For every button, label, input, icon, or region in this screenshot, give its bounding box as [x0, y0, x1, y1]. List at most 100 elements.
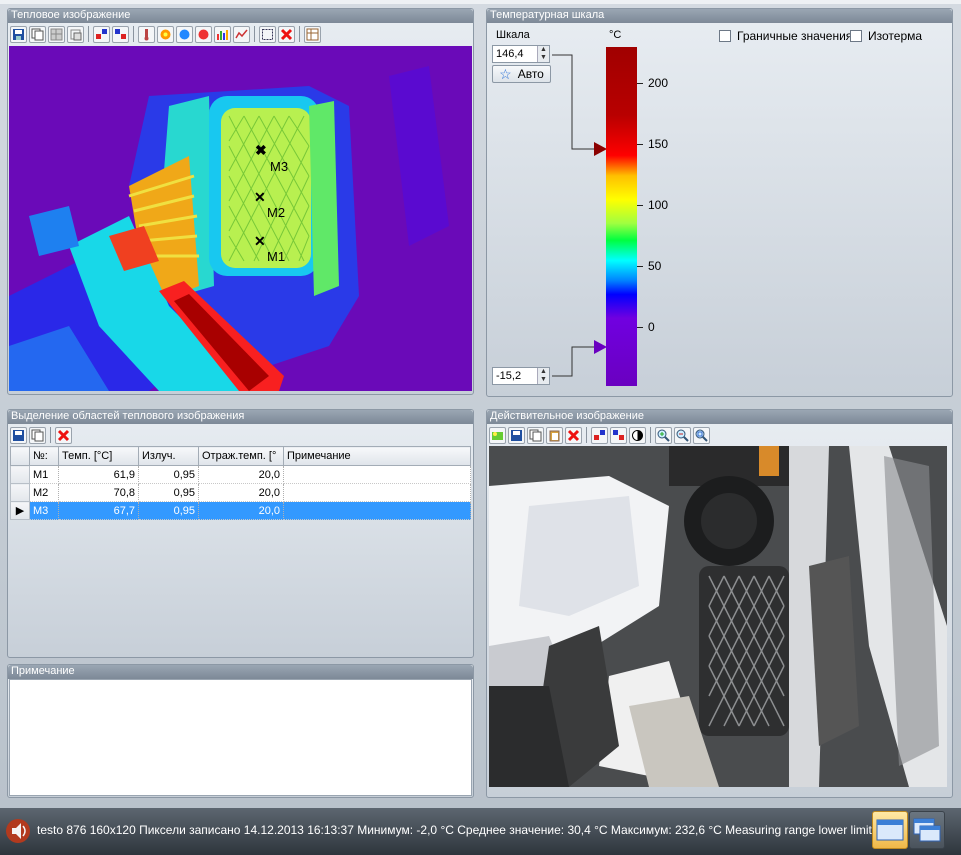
- cell-reflected-temp[interactable]: 20,0: [198, 483, 284, 502]
- tick-mark: [637, 266, 643, 267]
- spinner-arrows[interactable]: ▲ ▼: [537, 368, 549, 384]
- paste-icon[interactable]: [546, 426, 563, 444]
- column-header-temp[interactable]: Темп. [°C]: [58, 446, 139, 466]
- thermal-panel-title: Тепловое изображение: [8, 9, 473, 23]
- table-icon[interactable]: [304, 25, 321, 43]
- thermometer-icon[interactable]: [138, 25, 155, 43]
- isotherm-checkbox-label: Изотерма: [868, 29, 923, 43]
- cell-reflected-temp[interactable]: 20,0: [198, 465, 284, 484]
- column-header-note[interactable]: Примечание: [283, 446, 471, 466]
- color-scale-bar: [606, 47, 637, 386]
- cell-temp[interactable]: 67,7: [58, 501, 139, 520]
- tick-label-150: 150: [648, 137, 669, 151]
- crop-icon[interactable]: [67, 25, 84, 43]
- select-area-icon[interactable]: [259, 25, 276, 43]
- cell-id[interactable]: M3: [29, 501, 59, 520]
- cell-reflected-temp[interactable]: 20,0: [198, 501, 284, 520]
- scale-unit: °C: [609, 29, 622, 41]
- cell-emissivity[interactable]: 0,95: [138, 501, 199, 520]
- save-icon[interactable]: [10, 25, 27, 43]
- zoom-in-icon[interactable]: [655, 426, 672, 444]
- toolbar-separator: [88, 26, 89, 42]
- delete-icon[interactable]: [565, 426, 582, 444]
- row-header[interactable]: [10, 483, 30, 502]
- rotate-left-icon[interactable]: [591, 426, 608, 444]
- save-icon[interactable]: [508, 426, 525, 444]
- save-icon[interactable]: [10, 426, 27, 444]
- marker-m3-cross: ✖: [255, 142, 267, 158]
- cell-note[interactable]: [283, 465, 471, 484]
- zoom-fit-icon[interactable]: [693, 426, 710, 444]
- upper-limit-value: 146,4: [496, 48, 524, 60]
- delete-icon[interactable]: [55, 426, 72, 444]
- lower-limit-value: -15,2: [496, 370, 522, 382]
- copy-icon[interactable]: [29, 25, 46, 43]
- cell-note[interactable]: [283, 501, 471, 520]
- hot-spot-icon[interactable]: [157, 25, 174, 43]
- histogram-icon[interactable]: [214, 25, 231, 43]
- speaker-icon[interactable]: [5, 817, 31, 845]
- tick-mark: [637, 205, 643, 206]
- zoom-out-icon[interactable]: [674, 426, 691, 444]
- table-row-selected[interactable]: ▶ M3 67,7 0,95 20,0: [10, 501, 471, 520]
- visual-photo[interactable]: [489, 446, 947, 787]
- copy-icon[interactable]: [29, 426, 46, 444]
- contrast-icon[interactable]: [629, 426, 646, 444]
- star-icon: ☆: [499, 65, 512, 82]
- row-header-current[interactable]: ▶: [10, 501, 30, 520]
- row-header-corner: [10, 446, 30, 466]
- regions-panel-title: Выделение областей теплового изображения: [8, 410, 473, 424]
- cell-temp[interactable]: 70,8: [58, 483, 139, 502]
- isotherm-checkbox-box[interactable]: [850, 30, 862, 42]
- copy-icon[interactable]: [527, 426, 544, 444]
- cell-emissivity[interactable]: 0,95: [138, 483, 199, 502]
- cell-id[interactable]: M2: [29, 483, 59, 502]
- spinner-arrows[interactable]: ▲ ▼: [537, 46, 549, 62]
- thermal-toolbar: [10, 24, 321, 44]
- cell-id[interactable]: M1: [29, 465, 59, 484]
- window-icon[interactable]: [872, 811, 908, 849]
- column-header-reflected-temp[interactable]: Отраж.темп. [°: [198, 446, 284, 466]
- table-row[interactable]: M1 61,9 0,95 20,0: [10, 465, 471, 484]
- tick-label-200: 200: [648, 76, 669, 90]
- cascade-windows-icon[interactable]: [909, 811, 945, 849]
- limits-checkbox[interactable]: Граничные значения: [719, 29, 852, 43]
- toolbar-separator: [254, 26, 255, 42]
- tick-label-100: 100: [648, 198, 669, 212]
- rotate-right-icon[interactable]: [112, 25, 129, 43]
- tick-mark: [637, 327, 643, 328]
- status-text: testo 876 160x120 Пиксели записано 14.12…: [37, 823, 872, 837]
- auto-button[interactable]: ☆ Авто: [492, 65, 551, 83]
- cold-spot-icon[interactable]: [176, 25, 193, 43]
- thermal-image[interactable]: ✖ M3 ✕ M2 ✕ M1: [9, 46, 472, 391]
- cell-temp[interactable]: 61,9: [58, 465, 139, 484]
- notes-panel-title: Примечание: [8, 665, 473, 679]
- lower-limit-input[interactable]: -15,2 ▲ ▼: [492, 367, 550, 385]
- regions-table: №: Темп. [°C] Излуч. Отраж.темп. [° Прим…: [10, 446, 471, 520]
- toolbar-separator: [133, 26, 134, 42]
- delete-icon[interactable]: [278, 25, 295, 43]
- point-icon[interactable]: [195, 25, 212, 43]
- grid-icon[interactable]: [48, 25, 65, 43]
- cell-note[interactable]: [283, 483, 471, 502]
- photo-panel-title: Действительное изображение: [487, 410, 952, 424]
- rotate-right-icon[interactable]: [610, 426, 627, 444]
- open-image-icon[interactable]: [489, 426, 506, 444]
- column-header-emissivity[interactable]: Излуч.: [138, 446, 199, 466]
- notes-textarea[interactable]: [9, 679, 472, 796]
- column-header-id[interactable]: №:: [29, 446, 59, 466]
- photo-toolbar: [489, 425, 710, 445]
- isotherm-checkbox[interactable]: Изотерма: [850, 29, 922, 43]
- limits-checkbox-box[interactable]: [719, 30, 731, 42]
- toolbar-separator: [650, 427, 651, 443]
- table-row[interactable]: M2 70,8 0,95 20,0: [10, 483, 471, 502]
- profile-icon[interactable]: [233, 25, 250, 43]
- row-header[interactable]: [10, 465, 30, 484]
- toolbar-separator: [299, 26, 300, 42]
- cell-emissivity[interactable]: 0,95: [138, 465, 199, 484]
- rotate-left-icon[interactable]: [93, 25, 110, 43]
- upper-limit-input[interactable]: 146,4 ▲ ▼: [492, 45, 550, 63]
- limits-checkbox-label: Граничные значения: [737, 29, 853, 43]
- marker-m2-cross: ✕: [254, 189, 266, 205]
- limit-connectors: [552, 54, 607, 377]
